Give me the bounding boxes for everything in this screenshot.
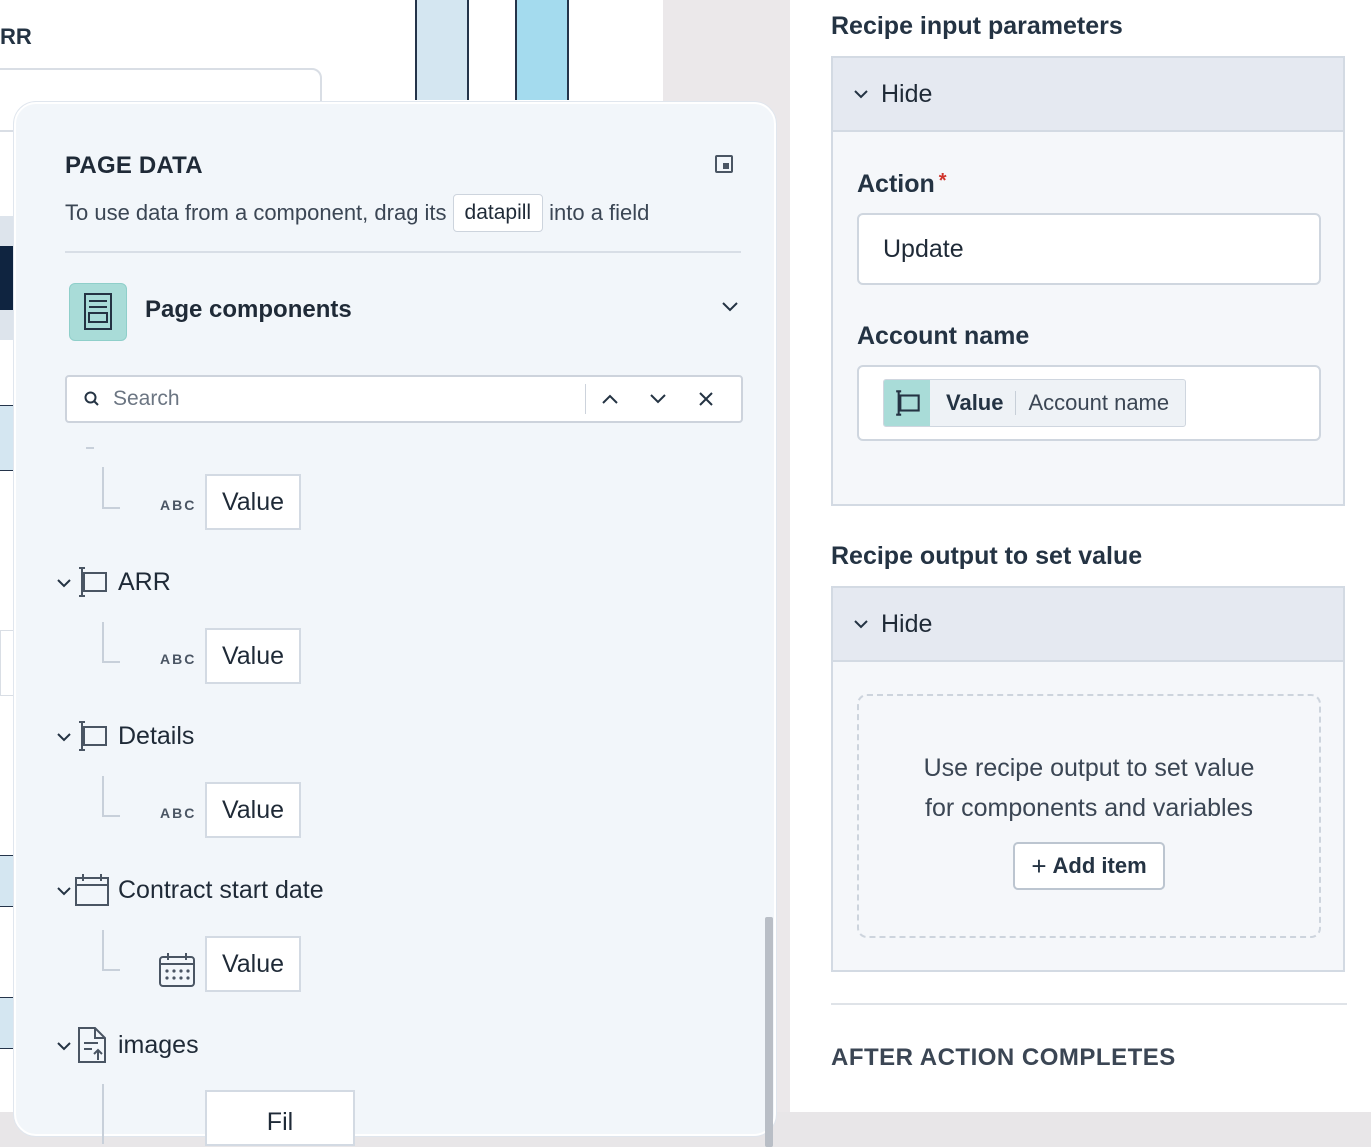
add-item-button[interactable]: + Add item [1013,842,1165,890]
date-type-icon [158,952,196,993]
input-field-icon [884,380,930,426]
datapill-source: Account name [1028,390,1170,415]
empty-state-text: Use recipe output to set value for compo… [859,748,1319,828]
page-data-panel: PAGE DATA To use data from a component, … [14,102,776,1147]
chevron-down-icon[interactable] [56,1031,72,1060]
add-item-label: Add item [1052,853,1147,878]
chevron-down-icon[interactable] [56,876,72,905]
action-field[interactable]: Update [857,213,1321,285]
canvas-strip [0,216,14,246]
page-data-panel-body: PAGE DATA To use data from a component, … [24,112,773,1147]
account-name-label: Account name [857,322,1030,350]
value-datapill[interactable]: Value [205,474,301,530]
after-action-heading: AFTER ACTION COMPLETES [831,1044,1176,1071]
tree-connector [102,661,120,663]
chevron-down-icon [854,620,868,629]
tree-connector [102,467,104,507]
tree-connector [102,815,120,817]
tree-node-arr[interactable]: ARR [56,564,171,600]
calendar-icon [74,872,110,908]
page-data-subtitle: To use data from a component, drag its d… [65,194,649,232]
tree-node-label: ARR [118,567,171,596]
input-field-icon [74,564,110,600]
dock-panel-icon[interactable] [715,155,733,173]
canvas-label: RR [0,24,32,49]
search-bar [65,375,743,423]
tree-connector [102,969,120,971]
page-components-icon [69,283,127,341]
output-empty-state: Use recipe output to set value for compo… [857,694,1321,938]
input-field-icon [74,718,110,754]
chart-bar [515,0,569,100]
file-datapill[interactable]: Fil [205,1090,355,1146]
close-icon[interactable] [682,377,730,421]
account-name-field[interactable]: Value Account name [857,365,1321,441]
tree-connector [102,930,104,970]
text-type-icon: ABC [160,497,197,513]
text-type-icon: ABC [160,805,197,821]
chevron-up-icon[interactable] [586,377,634,421]
canvas-strip [0,310,14,340]
canvas-strip [0,997,14,1049]
tree-connector [102,507,120,509]
tree-connector [86,447,94,449]
search-input[interactable] [111,386,555,412]
tree-node-label: Details [118,721,195,750]
page-components-label[interactable]: Page components [145,296,352,324]
action-value: Update [883,234,964,263]
file-upload-icon [76,1026,108,1064]
chevron-down-icon[interactable] [56,568,72,597]
config-panel: Recipe input parameters Hide Action * Upd… [790,0,1371,1112]
canvas-strip [0,246,14,310]
chevron-down-icon[interactable] [56,722,72,751]
value-datapill[interactable]: Value [205,628,301,684]
divider [65,251,741,253]
value-datapill[interactable]: Value [205,936,301,992]
plus-icon: + [1031,850,1047,881]
empty-line: for components and variables [925,794,1253,822]
chart-bar [415,0,469,100]
divider [831,1003,1347,1005]
tree-node-details[interactable]: Details [56,718,194,754]
account-datapill[interactable]: Value Account name [883,379,1187,427]
datapill-name: Value [946,390,1004,415]
action-label: Action * [857,170,947,199]
search-icon [83,390,101,408]
page-data-title: PAGE DATA [65,152,203,179]
input-params-section: Hide Action * Update Account name Value A… [831,56,1345,506]
tree-node-contract-start-date[interactable]: Contract start date [56,872,324,908]
input-params-toggle[interactable]: Hide [833,58,1343,132]
text-type-icon: ABC [160,651,197,667]
value-datapill[interactable]: Value [205,782,301,838]
required-mark: * [938,170,947,192]
canvas-strip [0,405,14,471]
subtitle-text: into a field [549,200,650,225]
output-heading: Recipe output to set value [831,542,1143,570]
toggle-label: Hide [881,79,933,108]
input-params-heading: Recipe input parameters [831,12,1123,40]
output-section: Hide Use recipe output to set value for … [831,586,1345,972]
empty-line: Use recipe output to set value [923,754,1255,782]
subtitle-text: To use data from a component, drag its [65,200,447,225]
tree-node-images[interactable]: images [56,1026,199,1064]
chevron-down-icon[interactable] [634,377,682,421]
tree-node-label: images [118,1030,199,1059]
tree-connector [102,1084,104,1144]
scrollbar-thumb[interactable] [765,917,773,1147]
tree-connector [102,776,104,816]
chevron-down-icon[interactable] [721,300,739,318]
canvas-strip [0,855,14,907]
output-toggle[interactable]: Hide [833,588,1343,662]
tree-connector [102,622,104,662]
action-label-text: Action [857,170,935,198]
tree-node-label: Contract start date [118,875,324,904]
chevron-down-icon [854,90,868,99]
toggle-label: Hide [881,609,933,638]
datapill-chip: datapill [452,194,544,232]
